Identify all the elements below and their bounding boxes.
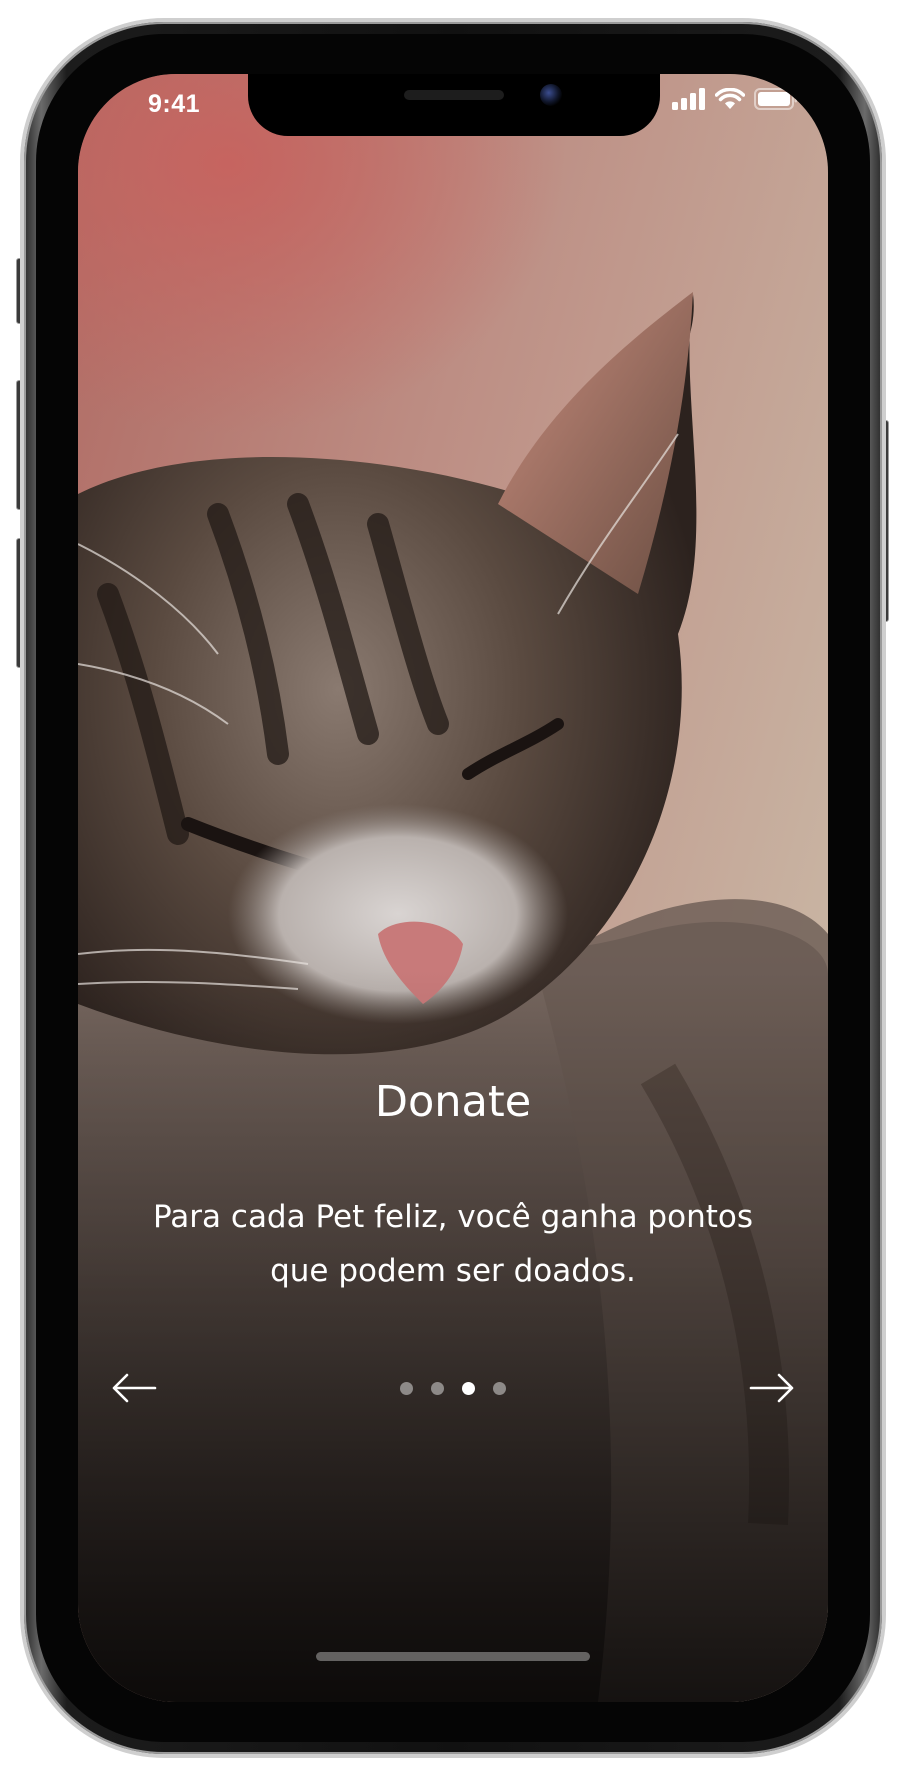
earpiece-speaker: [404, 90, 504, 100]
onboarding-screen: 9:41 Donate Para cada Pet feliz, você ga…: [78, 74, 828, 1702]
page-dot-2[interactable]: [431, 1382, 444, 1395]
page-dot-1[interactable]: [400, 1382, 413, 1395]
kitten-background-photo: [78, 74, 828, 1702]
next-button[interactable]: [742, 1370, 802, 1410]
page-indicator: [78, 1382, 828, 1395]
onboarding-title: Donate: [374, 1077, 532, 1127]
arrow-right-icon: [749, 1373, 795, 1407]
battery-icon: [754, 88, 798, 110]
device-notch: [248, 74, 660, 136]
cellular-signal-icon: [672, 88, 706, 110]
page-dot-4[interactable]: [493, 1382, 506, 1395]
front-camera: [540, 84, 562, 106]
page-dot-3-active[interactable]: [462, 1382, 475, 1395]
status-bar-icons: [672, 88, 798, 110]
status-bar-time: 9:41: [148, 90, 201, 118]
home-indicator[interactable]: [316, 1652, 590, 1661]
onboarding-description: Para cada Pet feliz, você ganha pontos q…: [153, 1199, 753, 1289]
wifi-icon: [715, 88, 745, 110]
